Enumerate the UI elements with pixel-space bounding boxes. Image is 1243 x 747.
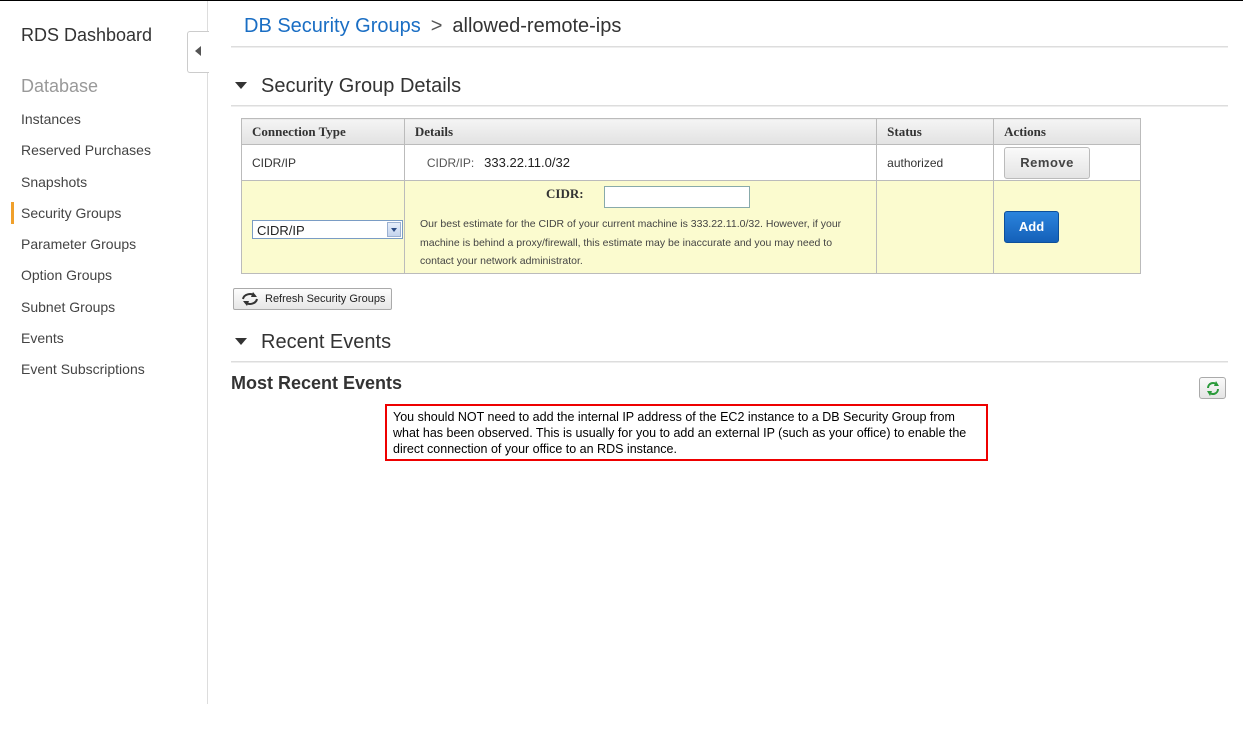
breadcrumb: DB Security Groups > allowed-remote-ips <box>244 15 621 38</box>
divider <box>231 105 1228 107</box>
cidr-label: CIDR: <box>546 186 584 201</box>
sidebar-item-events[interactable]: Events <box>0 328 207 359</box>
chevron-left-icon <box>195 46 201 56</box>
breadcrumb-db-security-groups-link[interactable]: DB Security Groups <box>244 15 421 37</box>
sidebar-item-instances[interactable]: Instances <box>0 109 207 140</box>
sidebar-item-subnet-groups[interactable]: Subnet Groups <box>0 297 207 328</box>
sidebar-item-snapshots[interactable]: Snapshots <box>0 172 207 203</box>
table-row: CIDR/IP CIDR/IP: 333.22.11.0/32 authorize… <box>241 144 1141 181</box>
sidebar-item-reserved-purchases[interactable]: Reserved Purchases <box>0 140 207 171</box>
connection-type-selected: CIDR/IP <box>257 223 305 238</box>
sidebar-item-security-groups[interactable]: Security Groups <box>0 201 207 234</box>
column-header-actions: Actions <box>993 118 1141 145</box>
actions-cell: Remove <box>993 144 1141 181</box>
connection-type-select[interactable]: CIDR/IP <box>252 220 403 239</box>
section-title-text: Recent Events <box>261 331 392 353</box>
details-cell: CIDR/IP: 333.22.11.0/32 <box>403 144 878 181</box>
column-header-connection-type: Connection Type <box>241 118 405 145</box>
refresh-security-groups-button[interactable]: Refresh Security Groups <box>233 288 392 310</box>
cidr-input[interactable] <box>604 186 750 208</box>
status-cell: authorized <box>876 144 995 181</box>
sidebar-nav: Instances Reserved Purchases Snapshots S… <box>0 109 207 391</box>
refresh-events-button[interactable] <box>1199 377 1226 399</box>
refresh-security-groups-label: Refresh Security Groups <box>265 293 386 305</box>
sidebar-item-option-groups[interactable]: Option Groups <box>0 265 207 296</box>
section-title-text: Security Group Details <box>261 75 462 97</box>
recent-events-heading[interactable]: Recent Events <box>231 331 391 354</box>
collapse-sidebar-button[interactable] <box>187 31 209 73</box>
connection-type-cell: CIDR/IP <box>241 144 405 181</box>
column-header-details: Details <box>403 118 878 145</box>
refresh-icon <box>242 292 258 306</box>
sidebar-item-parameter-groups[interactable]: Parameter Groups <box>0 234 207 265</box>
cidr-estimate-text: Our best estimate for the CIDR of your c… <box>420 218 842 267</box>
remove-button[interactable]: Remove <box>1004 146 1091 179</box>
sidebar: RDS Dashboard Database Instances Reserve… <box>0 1 208 704</box>
annotation-note: You should NOT need to add the internal … <box>385 404 988 461</box>
divider <box>231 46 1228 48</box>
collapse-triangle-icon[interactable] <box>235 81 247 89</box>
dashboard-title[interactable]: RDS Dashboard <box>21 25 152 46</box>
most-recent-events-title: Most Recent Events <box>231 373 403 393</box>
add-button[interactable]: Add <box>1004 211 1060 243</box>
cidr-ip-value: 333.22.11.0/32 <box>484 155 570 170</box>
breadcrumb-current: allowed-remote-ips <box>452 15 622 37</box>
chevron-down-icon[interactable] <box>387 222 401 237</box>
database-section-heading: Database <box>21 76 99 96</box>
divider <box>231 361 1228 363</box>
sidebar-item-event-subscriptions[interactable]: Event Subscriptions <box>0 359 207 390</box>
security-group-details-heading[interactable]: Security Group Details <box>231 75 461 98</box>
collapse-triangle-icon[interactable] <box>235 337 247 345</box>
cidr-ip-label: CIDR/IP: <box>426 156 475 170</box>
breadcrumb-separator: > <box>430 15 443 37</box>
column-header-status: Status <box>876 118 995 145</box>
refresh-icon <box>1207 381 1219 396</box>
